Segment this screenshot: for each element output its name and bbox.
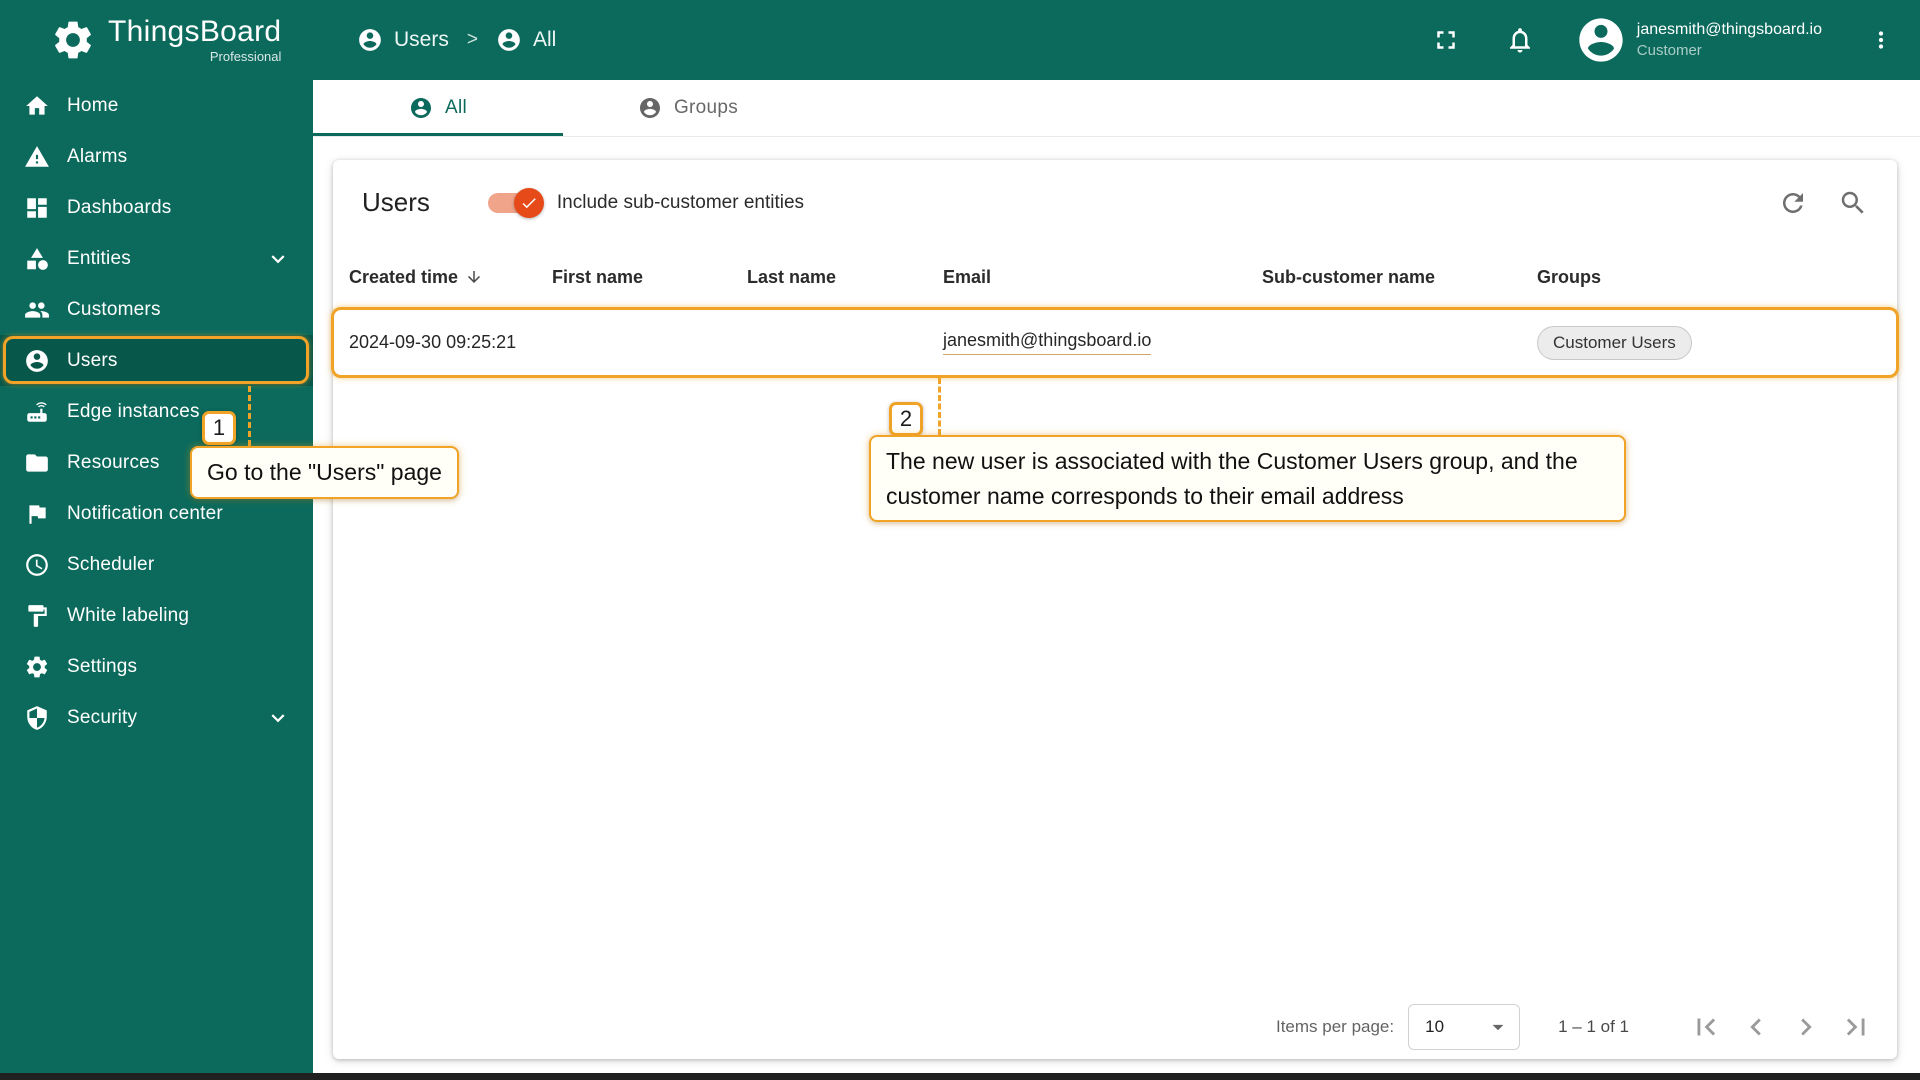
sidebar-item-entities[interactable]: Entities — [0, 233, 313, 284]
window-bottom-edge — [0, 1073, 1920, 1080]
brand-name: ThingsBoard — [108, 14, 282, 48]
brand-text: ThingsBoard Professional — [108, 16, 281, 65]
user-icon — [638, 96, 662, 120]
pagination-bar: Items per page: 10 1 – 1 of 1 — [333, 995, 1897, 1059]
dropdown-arrow-icon — [1485, 1014, 1511, 1040]
breadcrumb-label: All — [532, 28, 557, 51]
edge-instances-icon — [24, 399, 50, 425]
first-page-button[interactable] — [1689, 1010, 1723, 1044]
annotation-callout-2: The new user is associated with the Cust… — [869, 435, 1626, 522]
sidebar-item-alarms[interactable]: Alarms — [0, 131, 313, 182]
chevron-down-icon[interactable] — [265, 705, 291, 731]
tab-groups[interactable]: Groups — [563, 80, 813, 136]
sidebar: Home Alarms Dashboards Entities Customer… — [0, 80, 313, 1080]
more-menu-icon[interactable] — [1868, 27, 1894, 53]
sidebar-item-edge-instances[interactable]: Edge instances — [0, 386, 313, 437]
notifications-bell-icon[interactable] — [1505, 25, 1535, 55]
dashboards-icon — [24, 195, 50, 221]
items-per-page-label: Items per page: — [1275, 1017, 1395, 1036]
sidebar-item-scheduler[interactable]: Scheduler — [0, 539, 313, 590]
breadcrumb-item-users[interactable]: Users — [357, 27, 449, 53]
sidebar-item-security[interactable]: Security — [0, 692, 313, 743]
toggle-label: Include sub-customer entities — [556, 191, 805, 213]
sidebar-item-home[interactable]: Home — [0, 80, 313, 131]
column-first-name[interactable]: First name — [552, 267, 747, 288]
breadcrumb-item-all[interactable]: All — [496, 27, 556, 53]
check-icon — [520, 194, 538, 212]
home-icon — [24, 93, 50, 119]
search-icon[interactable] — [1838, 188, 1868, 218]
tab-all[interactable]: All — [313, 80, 563, 136]
annotation-badge-1: 1 — [202, 411, 236, 445]
cell-email: janesmith@thingsboard.io — [943, 330, 1262, 355]
thingsboard-logo[interactable]: ThingsBoard Professional — [0, 16, 313, 65]
entities-icon — [24, 246, 50, 272]
tabs-bar: All Groups — [313, 80, 1920, 137]
sidebar-item-settings[interactable]: Settings — [0, 641, 313, 692]
table-actions — [1778, 188, 1868, 218]
breadcrumb: Users > All — [357, 27, 556, 53]
toggle-thumb — [513, 187, 544, 218]
refresh-icon[interactable] — [1778, 188, 1808, 218]
table-header-row: Created time First name Last name Email … — [333, 245, 1897, 310]
sidebar-item-white-labeling[interactable]: White labeling — [0, 590, 313, 641]
sidebar-item-dashboards[interactable]: Dashboards — [0, 182, 313, 233]
pagination-range: 1 – 1 of 1 — [1558, 1017, 1629, 1036]
group-chip[interactable]: Customer Users — [1537, 325, 1692, 360]
sidebar-item-users[interactable]: Users — [0, 335, 313, 386]
brand-subtitle: Professional — [209, 49, 282, 65]
user-avatar[interactable] — [1575, 14, 1627, 66]
column-email[interactable]: Email — [943, 267, 1262, 288]
settings-gear-icon — [24, 654, 50, 680]
customers-icon — [24, 297, 50, 323]
thingsboard-gear-icon — [50, 17, 96, 63]
resources-folder-icon — [24, 450, 50, 476]
main-content: All Groups Users Include sub-customer en… — [313, 80, 1920, 1080]
card-header: Users Include sub-customer entities — [333, 160, 1897, 245]
user-icon — [496, 27, 522, 53]
include-subcustomer-toggle[interactable] — [487, 187, 544, 218]
annotation-badge-2: 2 — [889, 402, 923, 436]
sort-descending-icon[interactable] — [465, 268, 483, 286]
white-labeling-paint-icon — [24, 603, 50, 629]
breadcrumb-separator: > — [466, 29, 478, 50]
cell-created-time: 2024-09-30 09:25:21 — [349, 332, 517, 352]
next-page-button[interactable] — [1789, 1010, 1823, 1044]
previous-page-button[interactable] — [1739, 1010, 1773, 1044]
column-created-time[interactable]: Created time — [349, 267, 552, 288]
users-icon — [24, 348, 50, 374]
header-actions: janesmith@thingsboard.io Customer — [1431, 14, 1920, 66]
tab-label: All — [444, 97, 467, 118]
breadcrumb-label: Users — [394, 28, 449, 51]
chevron-down-icon[interactable] — [265, 246, 291, 272]
users-table-card: Users Include sub-customer entities Crea… — [333, 160, 1897, 1059]
security-shield-icon — [24, 705, 50, 731]
items-per-page-select[interactable]: 10 — [1408, 1004, 1521, 1050]
tab-label: Groups — [673, 97, 739, 118]
top-header: ThingsBoard Professional Users > All jan… — [0, 0, 1920, 80]
items-per-page-value: 10 — [1425, 1017, 1445, 1036]
sidebar-item-customers[interactable]: Customers — [0, 284, 313, 335]
column-groups[interactable]: Groups — [1537, 267, 1881, 288]
page-title: Users — [362, 187, 430, 217]
cell-groups: Customer Users — [1537, 325, 1881, 360]
alarm-warning-icon — [24, 144, 50, 170]
user-info: janesmith@thingsboard.io Customer — [1637, 19, 1822, 61]
user-icon — [357, 27, 383, 53]
column-last-name[interactable]: Last name — [747, 267, 943, 288]
annotation-callout-1: Go to the "Users" page — [190, 446, 459, 499]
user-email: janesmith@thingsboard.io — [1636, 21, 1822, 39]
fullscreen-icon[interactable] — [1431, 25, 1461, 55]
scheduler-clock-icon — [24, 552, 50, 578]
notification-center-icon — [24, 501, 50, 527]
user-icon — [409, 96, 433, 120]
table-row[interactable]: 2024-09-30 09:25:21 janesmith@thingsboar… — [333, 310, 1897, 376]
user-role: Customer — [1636, 41, 1702, 59]
last-page-button[interactable] — [1839, 1010, 1873, 1044]
column-sub-customer-name[interactable]: Sub-customer name — [1262, 267, 1537, 288]
